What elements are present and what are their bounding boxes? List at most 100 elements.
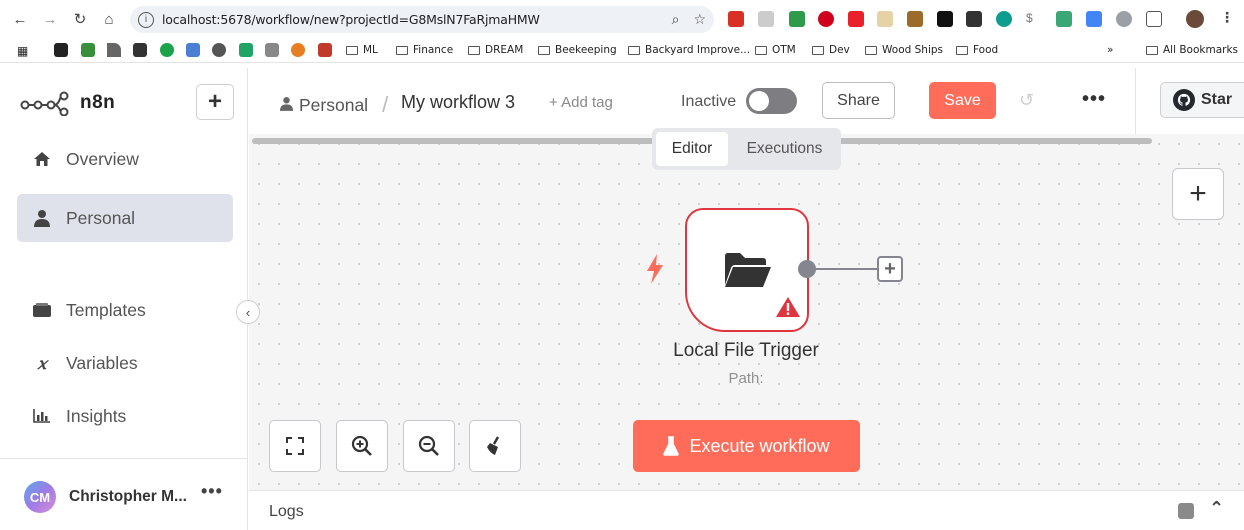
- bookmark-star-icon[interactable]: ☆: [693, 11, 706, 28]
- opera-extension-icon[interactable]: [818, 11, 834, 27]
- local-file-trigger-node[interactable]: [685, 208, 809, 332]
- tab-executions[interactable]: Executions: [732, 132, 837, 166]
- folder-icon: [755, 45, 767, 55]
- address-bar[interactable]: i localhost:5678/workflow/new?projectId=…: [130, 6, 714, 33]
- bookmark-folder[interactable]: Backyard Improve...: [628, 44, 750, 56]
- tab-editor[interactable]: Editor: [656, 132, 728, 166]
- extension-icon[interactable]: [907, 11, 923, 27]
- broom-icon: [487, 436, 500, 455]
- logs-panel[interactable]: Logs ⌃: [249, 490, 1244, 530]
- profile-avatar[interactable]: [1186, 10, 1204, 28]
- bookmark-icon[interactable]: [212, 43, 226, 57]
- n8n-logo[interactable]: n8n: [20, 90, 115, 116]
- folder-icon: [628, 45, 640, 55]
- sidebar-item-label: Templates: [66, 299, 146, 320]
- bookmark-folder[interactable]: Beekeeping: [538, 44, 617, 56]
- node-subtitle: Path:: [728, 370, 764, 387]
- bookmark-folder[interactable]: Finance: [396, 44, 453, 56]
- extension-icon[interactable]: [789, 11, 805, 27]
- vue-extension-icon[interactable]: [1056, 11, 1072, 27]
- reload-icon[interactable]: ↻: [70, 9, 90, 29]
- bookmark-folder[interactable]: DREAM: [468, 44, 523, 56]
- sidebar-item-templates[interactable]: Templates: [17, 286, 233, 334]
- add-node-button[interactable]: +: [1172, 168, 1224, 220]
- bookmark-icon[interactable]: [81, 43, 95, 57]
- collapse-sidebar-button[interactable]: ‹: [236, 300, 260, 324]
- zoom-icon[interactable]: ⌕: [672, 11, 680, 28]
- browser-menu-icon[interactable]: ⋮: [1220, 9, 1234, 26]
- zoom-in-button[interactable]: [336, 420, 388, 472]
- share-button[interactable]: Share: [822, 82, 895, 119]
- bookmark-label: DREAM: [485, 44, 524, 56]
- bookmark-icon[interactable]: [107, 43, 121, 57]
- extension-icon[interactable]: [877, 11, 893, 27]
- add-next-node-button[interactable]: +: [877, 256, 903, 282]
- zoom-out-button[interactable]: [403, 420, 455, 472]
- sidebar-item-variables[interactable]: 𝑥 Variables: [17, 339, 233, 387]
- bookmark-folder[interactable]: Dev: [812, 44, 850, 56]
- home-icon[interactable]: ⌂: [99, 9, 119, 29]
- drive-bookmark-icon[interactable]: [239, 43, 253, 57]
- bookmark-folder[interactable]: Wood Ships: [865, 44, 943, 56]
- extension-icon[interactable]: [1116, 11, 1132, 27]
- browser-toolbar: ← → ↻ ⌂ i localhost:5678/workflow/new?pr…: [0, 0, 1244, 38]
- bookmark-folder[interactable]: OTM: [755, 44, 796, 56]
- node-output-handle[interactable]: [798, 260, 816, 278]
- breadcrumb-project[interactable]: Personal: [299, 95, 368, 116]
- popout-icon[interactable]: [1178, 503, 1194, 519]
- chevron-up-icon[interactable]: ⌃: [1209, 498, 1224, 519]
- extension-icon[interactable]: $: [1026, 11, 1042, 27]
- extension-icon[interactable]: [996, 11, 1012, 27]
- workflow-canvas[interactable]: Editor Executions + + Local File Trigger…: [249, 128, 1244, 490]
- sidebar-user-section: CM Christopher M... •••: [0, 458, 248, 530]
- add-tag-button[interactable]: + Add tag: [549, 94, 613, 111]
- gmail-extension-icon[interactable]: [728, 11, 744, 27]
- history-icon[interactable]: ↺: [1019, 90, 1034, 111]
- apps-grid-icon[interactable]: ▦: [17, 44, 28, 58]
- forward-icon[interactable]: →: [40, 9, 60, 29]
- more-actions-button[interactable]: •••: [1082, 88, 1106, 111]
- bookmark-icon[interactable]: [133, 43, 147, 57]
- bookmark-label: Food: [973, 44, 999, 56]
- sidebar-item-insights[interactable]: Insights: [17, 392, 233, 440]
- active-toggle[interactable]: [746, 88, 797, 114]
- apple-bookmark-icon[interactable]: [265, 43, 279, 57]
- extensions-puzzle-icon[interactable]: [1146, 11, 1162, 27]
- folder-icon: [468, 45, 480, 55]
- extension-icon[interactable]: [848, 11, 864, 27]
- sidebar-item-overview[interactable]: Overview: [17, 135, 233, 183]
- bookmark-icon[interactable]: [160, 43, 174, 57]
- insights-icon: [32, 409, 52, 423]
- bookmarks-bar: ▦ ML Finance DREAM Beekeeping Backyard I…: [0, 38, 1244, 63]
- github-star-button[interactable]: Star: [1160, 82, 1244, 118]
- execute-workflow-button[interactable]: Execute workflow: [633, 420, 860, 472]
- bookmark-folder[interactable]: Food: [956, 44, 998, 56]
- user-menu-button[interactable]: •••: [201, 481, 223, 502]
- tidy-up-button[interactable]: [469, 420, 521, 472]
- bookmark-icon[interactable]: [186, 43, 200, 57]
- bookmark-icon[interactable]: [291, 43, 305, 57]
- workflow-name[interactable]: My workflow 3: [401, 92, 515, 113]
- warning-icon[interactable]: [775, 296, 801, 323]
- extension-icon[interactable]: [1086, 11, 1102, 27]
- back-icon[interactable]: ←: [10, 9, 30, 29]
- variables-icon: 𝑥: [37, 353, 47, 373]
- logs-label: Logs: [269, 503, 304, 520]
- all-bookmarks[interactable]: All Bookmarks: [1146, 44, 1238, 56]
- bookmark-icon[interactable]: [318, 43, 332, 57]
- sidebar: n8n + Overview Personal Templates 𝑥 Vari…: [0, 68, 248, 530]
- bookmark-icon[interactable]: [54, 43, 68, 57]
- fit-view-button[interactable]: [269, 420, 321, 472]
- connection-line: [815, 268, 877, 270]
- extension-icon[interactable]: [758, 11, 774, 27]
- bookmark-folder[interactable]: ML: [346, 44, 378, 56]
- site-info-icon[interactable]: i: [138, 11, 154, 28]
- avatar[interactable]: CM: [24, 481, 56, 513]
- save-button[interactable]: Save: [929, 82, 996, 119]
- extension-icon[interactable]: [937, 11, 953, 27]
- create-button[interactable]: +: [196, 84, 234, 120]
- n8n-app: n8n + Overview Personal Templates 𝑥 Vari…: [0, 68, 1244, 530]
- extension-icon[interactable]: [966, 11, 982, 27]
- bookmarks-overflow-button[interactable]: »: [1107, 44, 1113, 56]
- sidebar-item-personal[interactable]: Personal: [17, 194, 233, 242]
